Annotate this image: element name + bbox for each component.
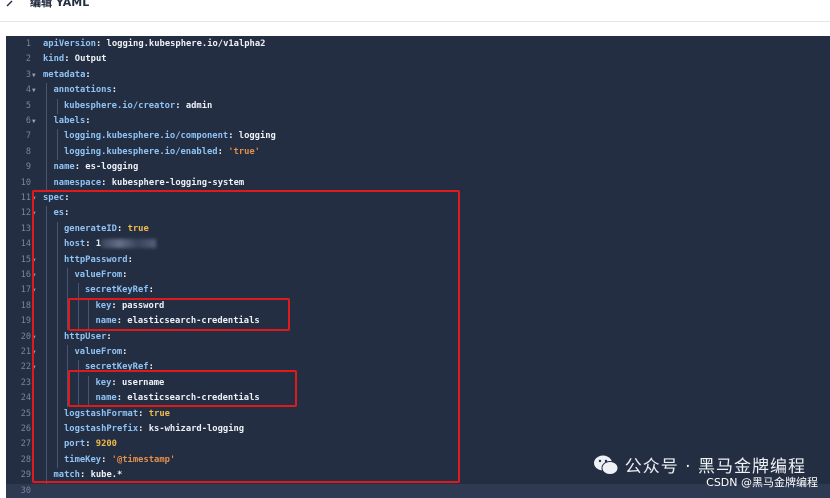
highlight-spec-block bbox=[32, 190, 460, 483]
line-number: 17 bbox=[20, 285, 31, 296]
code-line[interactable]: 5 kubesphere.io/creator: admin bbox=[6, 98, 830, 114]
yaml-value: : es-logging bbox=[74, 162, 139, 173]
yaml-key: kubesphere.io/creator bbox=[64, 100, 176, 111]
line-number: 25 bbox=[20, 408, 31, 419]
code-line[interactable]: 7 logging.kubesphere.io/component: loggin… bbox=[6, 129, 830, 145]
code-text: name: es-logging bbox=[54, 160, 139, 175]
line-number: 30 bbox=[20, 485, 31, 496]
line-number: 21 bbox=[20, 347, 31, 357]
yaml-value: : bbox=[85, 69, 91, 80]
yaml-key: apiVersion bbox=[43, 39, 96, 49]
highlight-password-ref bbox=[68, 298, 290, 331]
csdn-credit: CSDN @黑马金牌编程 bbox=[706, 476, 818, 489]
indent-guide bbox=[56, 129, 58, 145]
yaml-key: logging.kubesphere.io/component bbox=[64, 131, 229, 142]
line-number: 8 bbox=[25, 146, 31, 157]
line-number: 15 bbox=[20, 254, 31, 265]
code-line[interactable]: 6 ▼ labels: bbox=[6, 114, 830, 130]
code-text: namespace: kubesphere-logging-system bbox=[54, 176, 245, 191]
yaml-value: : logging.kubesphere.io/v1alpha2 bbox=[95, 39, 266, 49]
line-number: 22 bbox=[20, 362, 31, 373]
yaml-value: : admin bbox=[175, 100, 213, 111]
yaml-editor[interactable]: 1 apiVersion: logging.kubesphere.io/v1alp… bbox=[6, 36, 830, 498]
line-number: 3 bbox=[25, 69, 31, 80]
yaml-value: 'true' bbox=[228, 146, 260, 157]
fold-toggle-icon[interactable]: ▼ bbox=[32, 68, 36, 83]
line-number: 24 bbox=[20, 393, 31, 404]
code-text: labels: bbox=[54, 114, 91, 129]
yaml-key: logging.kubesphere.io/enabled bbox=[64, 146, 218, 157]
code-line[interactable]: 10 namespace: kubesphere-logging-system bbox=[6, 175, 830, 191]
yaml-value: : bbox=[85, 116, 91, 126]
yaml-key: labels bbox=[53, 116, 86, 126]
line-number: 13 bbox=[20, 223, 31, 234]
line-number: 28 bbox=[20, 454, 31, 465]
yaml-value: : bbox=[111, 85, 118, 96]
code-text: metadata: bbox=[43, 68, 91, 83]
indent-guide bbox=[46, 160, 47, 176]
indent-guide bbox=[46, 129, 47, 145]
indent-guide bbox=[46, 175, 47, 191]
code-text: logging.kubesphere.io/enabled: 'true' bbox=[64, 145, 260, 160]
code-text: kind: Output bbox=[43, 52, 107, 67]
yaml-key: name bbox=[53, 162, 75, 173]
line-number: 23 bbox=[20, 377, 31, 388]
page-title: 编辑 YAML bbox=[30, 0, 90, 9]
yaml-key: kind bbox=[43, 54, 65, 65]
indent-guide bbox=[46, 83, 47, 99]
line-number: 27 bbox=[20, 439, 31, 450]
code-text: apiVersion: logging.kubesphere.io/v1alph… bbox=[43, 37, 265, 52]
line-number: 9 bbox=[25, 162, 31, 173]
indent-guide bbox=[46, 114, 47, 130]
code-line[interactable]: 3 ▼ metadata: bbox=[6, 68, 830, 83]
highlight-username-ref bbox=[68, 370, 297, 407]
wechat-icon bbox=[593, 455, 619, 475]
code-line[interactable]: 2 kind: Output bbox=[6, 52, 830, 67]
line-number: 12 bbox=[20, 208, 31, 219]
line-number: 7 bbox=[25, 131, 31, 142]
line-number: 10 bbox=[20, 177, 31, 188]
line-number: 18 bbox=[20, 300, 31, 311]
code-line[interactable]: 9 name: es-logging bbox=[6, 160, 830, 176]
line-number: 4 bbox=[25, 85, 31, 96]
indent-guide bbox=[56, 144, 58, 161]
yaml-key: annotations bbox=[53, 85, 112, 96]
back-arrow-icon[interactable] bbox=[6, 0, 20, 10]
fold-toggle-icon[interactable]: ▼ bbox=[32, 114, 36, 129]
indent-guide bbox=[56, 98, 58, 114]
line-number: 20 bbox=[20, 331, 31, 342]
code-text: kubesphere.io/creator: admin bbox=[64, 99, 212, 114]
line-number: 1 bbox=[25, 39, 31, 49]
yaml-value: : bbox=[217, 146, 229, 157]
code-text: logging.kubesphere.io/component: logging bbox=[64, 129, 276, 144]
fold-toggle-icon[interactable]: ▼ bbox=[32, 83, 36, 98]
line-number: 6 bbox=[25, 116, 31, 126]
line-number: 14 bbox=[20, 239, 31, 250]
line-number: 26 bbox=[20, 424, 31, 434]
yaml-value: : kubesphere-logging-system bbox=[101, 177, 245, 188]
yaml-key: metadata bbox=[43, 69, 86, 80]
yaml-key: namespace bbox=[53, 177, 102, 188]
line-number: 2 bbox=[25, 54, 31, 65]
code-line[interactable]: 1 apiVersion: logging.kubesphere.io/v1alp… bbox=[6, 37, 830, 52]
line-number: 5 bbox=[25, 100, 31, 111]
code-text: annotations: bbox=[54, 83, 118, 98]
line-number: 29 bbox=[20, 470, 31, 481]
yaml-value: : logging bbox=[228, 131, 276, 142]
yaml-value: : Output bbox=[64, 54, 107, 65]
code-line[interactable]: 4 ▼ annotations: bbox=[6, 83, 830, 99]
line-number: 19 bbox=[20, 316, 31, 327]
top-bar: 编辑 YAML bbox=[0, 0, 830, 22]
line-number: 11 bbox=[20, 193, 31, 203]
indent-guide bbox=[46, 144, 47, 161]
code-line[interactable]: 8 logging.kubesphere.io/enabled: 'true' bbox=[6, 144, 830, 161]
indent-guide bbox=[46, 98, 47, 114]
line-number: 16 bbox=[20, 270, 31, 280]
